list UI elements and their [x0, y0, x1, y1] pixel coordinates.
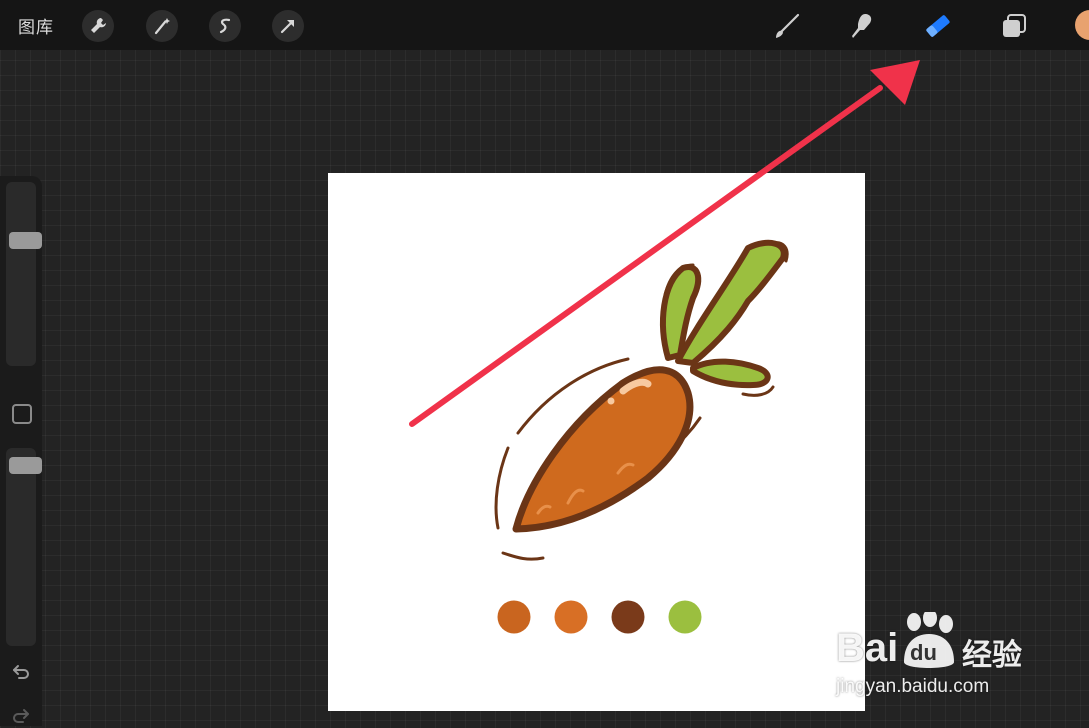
arrow-shaft	[409, 85, 883, 427]
annotation-arrow	[409, 60, 920, 427]
arrow-head	[870, 60, 920, 105]
